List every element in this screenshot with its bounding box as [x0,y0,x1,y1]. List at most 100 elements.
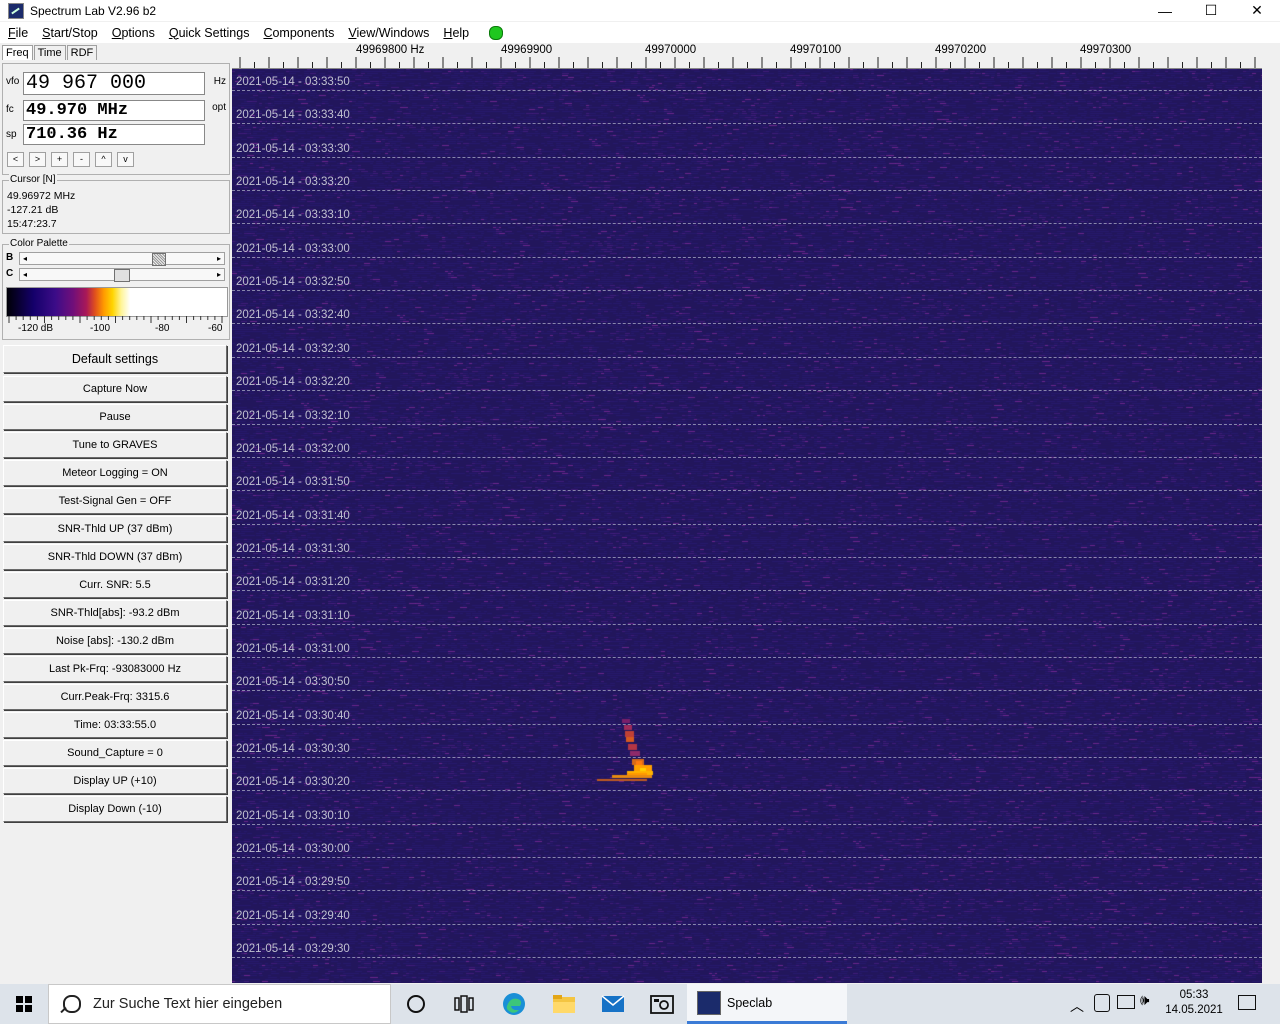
maximize-button[interactable]: ☐ [1188,0,1234,21]
time-gridline [232,423,1262,425]
timestamp-label: 2021-05-14 - 03:32:40 [236,309,350,322]
freq-label: 49969800 Hz [356,44,425,56]
sound-capture-button[interactable]: Sound_Capture = 0 [3,740,227,766]
file-explorer-icon[interactable] [552,992,576,1016]
time-gridline [232,857,1262,859]
meteor-logging-button[interactable]: Meteor Logging = ON [3,460,227,486]
timestamp-label: 2021-05-14 - 03:30:50 [236,676,350,689]
display-up-button[interactable]: Display UP (+10) [3,768,227,794]
menu-mnemonic: H [443,25,453,40]
capture-now-button[interactable]: Capture Now [3,376,227,402]
time-button[interactable]: Time: 03:33:55.0 [3,712,227,738]
snr-thld-up-button[interactable]: SNR-Thld UP (37 dBm) [3,516,227,542]
snr-thld-abs-button[interactable]: SNR-Thld[abs]: -93.2 dBm [3,600,227,626]
volume-icon[interactable]: 🕪 [1140,992,1149,1009]
vfo-field[interactable]: 49 967 000 [23,72,205,95]
waterfall-area[interactable]: 2021-05-14 - 03:33:50 2021-05-14 - 03:33:… [232,69,1262,983]
default-settings-button[interactable]: Default settings [3,345,227,373]
edge-browser-icon[interactable] [502,992,526,1016]
task-view-icon[interactable] [452,992,476,1016]
snipping-tool-icon[interactable] [650,992,674,1016]
speclab-app-icon [697,990,721,1015]
minimize-button[interactable]: — [1142,0,1188,21]
time-gridline [232,957,1262,959]
time-gridline [232,156,1262,158]
speclab-taskbar-button[interactable]: Speclab [687,984,847,1024]
close-button[interactable]: ✕ [1234,0,1280,21]
zoom-out-button[interactable]: - [73,152,90,167]
curr-peak-freq-button[interactable]: Curr.Peak-Frq: 3315.6 [3,684,227,710]
cortana-icon[interactable] [404,992,428,1016]
cursor-group-title: Cursor [N] [9,174,57,185]
menu-mnemonic: C [263,25,273,40]
tab-time[interactable]: Time [33,45,66,60]
frequency-ruler[interactable]: 49969800 Hz 49969900 49970000 49970100 4… [232,43,1262,69]
timestamp-label: 2021-05-14 - 03:29:30 [236,943,350,956]
fc-label: fc [6,104,14,115]
menu-mnemonic: O [111,25,122,40]
waterfall-display[interactable]: 49969800 Hz 49969900 49970000 49970100 4… [232,43,1262,983]
contrast-slider[interactable]: ◂ ▸ [19,268,225,282]
pause-button[interactable]: Pause [3,404,227,430]
snr-thld-down-button[interactable]: SNR-Thld DOWN (37 dBm) [3,544,227,570]
down-button[interactable]: v [117,152,134,167]
time-gridline [232,90,1262,91]
fc-field[interactable]: 49.970 MHz [23,100,205,121]
tray-chevron-icon[interactable]: ︿ [1070,996,1084,1016]
menu-components[interactable]: Components [263,26,334,40]
timestamp-label: 2021-05-14 - 03:31:40 [236,509,350,522]
windows-logo-icon [16,996,32,1012]
timestamp-label: 2021-05-14 - 03:33:40 [236,109,350,122]
menu-mnemonic: Q [168,25,179,40]
noise-abs-button[interactable]: Noise [abs]: -130.2 dBm [3,628,227,654]
network-icon[interactable] [1117,995,1135,1009]
window-title: Spectrum Lab V2.96 b2 [30,3,157,18]
freq-label: 49970200 [935,44,987,56]
curr-snr-button[interactable]: Curr. SNR: 5.5 [3,572,227,598]
time-gridline [232,890,1262,892]
time-gridline [232,757,1262,758]
search-icon [63,995,81,1013]
up-button[interactable]: ^ [95,152,112,167]
menu-help[interactable]: Help [443,26,469,40]
time-gridline [232,190,1262,192]
menu-file[interactable]: File [8,26,28,40]
timestamp-label: 2021-05-14 - 03:32:30 [236,342,350,355]
taskbar: Zur Suche Text hier eingeben Speclab ︿ 🕪… [0,984,1280,1024]
time-gridline [232,556,1262,558]
usb-device-icon[interactable] [1094,994,1110,1012]
menu-options[interactable]: Options [112,26,155,40]
taskbar-search[interactable]: Zur Suche Text hier eingeben [48,984,391,1024]
tune-to-graves-button[interactable]: Tune to GRAVES [3,432,227,458]
menu-quick-settings[interactable]: Quick Settings [169,26,250,40]
mail-icon[interactable] [601,992,625,1016]
tab-rdf[interactable]: RDF [66,45,98,60]
timestamp-label: 2021-05-14 - 03:32:10 [236,409,350,422]
taskbar-clock[interactable]: 05:33 14.05.2021 [1162,988,1226,1018]
menu-view-windows[interactable]: View/Windows [348,26,429,40]
start-button[interactable] [0,984,48,1024]
zoom-in-button[interactable]: + [51,152,68,167]
time-gridline [232,390,1262,392]
scroll-left-button[interactable]: < [7,152,24,167]
display-down-button[interactable]: Display Down (-10) [3,796,227,822]
menu-mnemonic: V [348,25,357,40]
span-field[interactable]: 710.36 Hz [23,124,205,145]
palette-label-100: -100 [90,323,111,334]
tab-freq[interactable]: Freq [2,45,33,60]
time-gridline [232,290,1262,292]
status-green-icon[interactable] [489,25,504,40]
brightness-slider[interactable]: ◂ ▸ [19,252,225,266]
timestamp-label: 2021-05-14 - 03:31:20 [236,576,350,589]
opt-button[interactable]: opt [212,102,226,113]
contrast-label: C [6,268,14,279]
last-peak-freq-button[interactable]: Last Pk-Frq: -93083000 Hz [3,656,227,682]
timestamp-label: 2021-05-14 - 03:32:20 [236,376,350,389]
menu-start-stop[interactable]: Start/Stop [42,26,98,40]
test-signal-gen-button[interactable]: Test-Signal Gen = OFF [3,488,227,514]
notifications-icon[interactable] [1238,995,1256,1010]
scroll-right-button[interactable]: > [29,152,46,167]
time-gridline [232,456,1262,458]
vfo-label: vfo [6,76,20,87]
clock-time: 05:33 [1179,989,1209,1001]
